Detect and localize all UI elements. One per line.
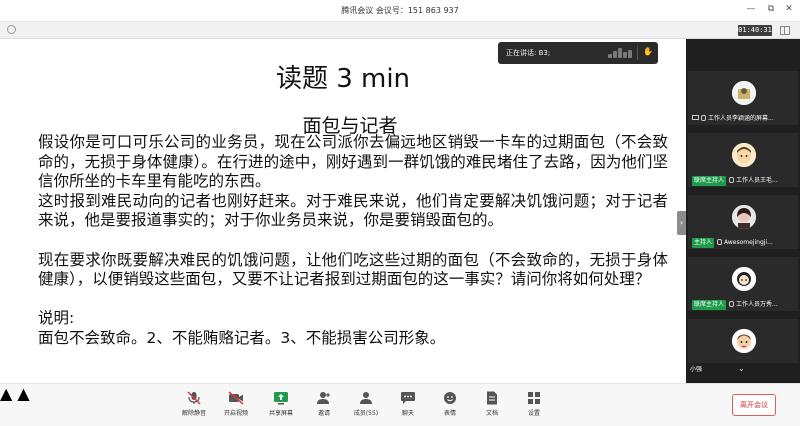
invite-label: 邀请 <box>317 410 330 417</box>
members-icon <box>358 390 374 404</box>
settings-button[interactable]: 设置 <box>514 390 554 417</box>
leave-meeting-button[interactable]: 离开会议 <box>732 394 776 416</box>
unmute-label: 解除静音 <box>181 410 206 417</box>
avatar <box>732 267 756 291</box>
microphone-icon <box>729 177 735 183</box>
avatar <box>732 143 756 167</box>
emoji-label: 表情 <box>443 410 456 417</box>
invite-icon <box>316 390 332 404</box>
participant-name: Awesomejingji... <box>724 239 773 246</box>
document-label: 文档 <box>485 410 498 417</box>
close-window-button[interactable]: ✕ <box>782 4 796 14</box>
layout-view-icon[interactable] <box>780 26 790 35</box>
participant-name: 小强 <box>690 366 703 373</box>
participant-gallery[interactable]: 工作人员李颖涵的屏幕... 联席主持人 工作人员王毛... 主持人 Awesomej… <box>686 39 800 383</box>
unmute-button[interactable]: 解除静音 <box>174 390 214 417</box>
document-icon <box>484 390 500 405</box>
audio-wave-icon <box>608 48 634 58</box>
participant-tile[interactable]: 主持人 Awesomejingji... <box>688 195 798 249</box>
video-off-icon <box>228 390 244 405</box>
slide-paragraph: 现在要求你既要解决难民的饥饿问题，让他们吃这些过期的面包（不会致命的，无损于身体… <box>38 250 668 289</box>
shared-screen: 读题 3 min 面包与记者 假设你是可口可乐公司的业务员，现在公司派你去偏远地… <box>0 39 686 383</box>
avatar <box>732 81 756 105</box>
slide-paragraph: 假设你是可口可乐公司的业务员，现在公司派你去偏远地区销毁一卡车的过期面包（不会致… <box>38 133 668 191</box>
role-badge: 主持人 <box>692 238 715 248</box>
members-label: 成员(55) <box>353 410 379 417</box>
share-screen-label: 共享屏幕 <box>268 410 293 417</box>
minimize-button[interactable]: — <box>744 4 758 14</box>
avatar <box>732 329 756 353</box>
settings-label: 设置 <box>527 410 540 417</box>
collapse-gallery-button[interactable]: › <box>677 211 686 235</box>
raise-hand-icon[interactable]: ✋ <box>643 47 653 56</box>
document-button[interactable]: 文档 <box>472 390 512 417</box>
chevron-down-icon[interactable]: ⌄ <box>738 364 745 373</box>
shield-icon[interactable] <box>7 25 16 34</box>
microphone-muted-icon <box>186 390 202 405</box>
participant-tile[interactable] <box>688 319 798 363</box>
speaking-indicator: 正在讲话: B3; ✋ <box>498 42 658 64</box>
participant-name-bar: 联席主持人 工作人员王毛... <box>688 175 798 187</box>
microphone-icon <box>729 301 735 307</box>
emoji-icon <box>442 390 458 404</box>
role-badge: 联席主持人 <box>692 300 727 310</box>
participant-name-bar: 主持人 Awesomejingji... <box>688 237 798 249</box>
screen-share-icon <box>692 115 699 120</box>
chat-label: 聊天 <box>401 410 414 417</box>
meeting-toolbar: 解除静音 ▲ 开启视频 ▲ 共享屏幕 邀请 成员(55) 聊天 表情 文档 设置… <box>0 383 800 426</box>
participant-name-bar: 联席主持人 工作人员万秀... <box>688 299 798 311</box>
start-video-label: 开启视频 <box>223 410 248 417</box>
avatar <box>732 205 756 229</box>
restore-button[interactable]: ⧉ <box>764 4 778 14</box>
meeting-timer: 01:40:31 <box>738 25 772 36</box>
role-badge: 联席主持人 <box>692 176 727 186</box>
slide-paragraph: 说明: <box>38 309 75 328</box>
settings-icon <box>526 390 542 404</box>
caret-up-icon[interactable]: ▲ <box>0 384 12 403</box>
share-screen-button[interactable]: 共享屏幕 <box>261 390 301 417</box>
participant-name: 工作人员万秀... <box>736 301 778 308</box>
microphone-icon <box>717 239 723 245</box>
slide-paragraph: 这时报到难民动向的记者也刚好赶来。对于难民来说，他们肯定要解决饥饿问题；对于记者… <box>38 191 668 230</box>
participant-tile[interactable]: 联席主持人 工作人员王毛... <box>688 133 798 187</box>
meeting-info-bar: 01:40:31 <box>0 22 800 39</box>
start-video-button[interactable]: 开启视频 <box>216 390 256 417</box>
share-screen-icon <box>273 390 289 405</box>
slide-paragraph: 面包不会致命。2、不能贿赂记者。3、不能损害公司形象。 <box>38 328 446 347</box>
participant-name: 工作人员李颖涵的屏幕... <box>708 115 774 122</box>
invite-button[interactable]: 邀请 <box>304 390 344 417</box>
members-button[interactable]: 成员(55) <box>346 390 386 417</box>
microphone-icon <box>701 115 706 121</box>
participant-name-bar: 工作人员李颖涵的屏幕... <box>688 113 798 125</box>
participant-tile[interactable]: 工作人员李颖涵的屏幕... <box>688 71 798 125</box>
participant-name: 工作人员王毛... <box>736 177 778 184</box>
slide-body: 假设你是可口可乐公司的业务员，现在公司派你去偏远地区销毁一卡车的过期面包（不会致… <box>38 133 668 349</box>
window-titlebar: 腾讯会议 会议号：151 863 937 — ⧉ ✕ <box>0 0 800 22</box>
chat-icon <box>400 390 416 404</box>
participant-tile[interactable]: 联席主持人 工作人员万秀... <box>688 257 798 311</box>
window-title: 腾讯会议 会议号：151 863 937 <box>341 6 459 15</box>
speaking-label: 正在讲话: B3; <box>506 49 551 57</box>
chat-button[interactable]: 聊天 <box>388 390 428 417</box>
emoji-button[interactable]: 表情 <box>430 390 470 417</box>
caret-up-icon[interactable]: ▲ <box>17 384 29 403</box>
